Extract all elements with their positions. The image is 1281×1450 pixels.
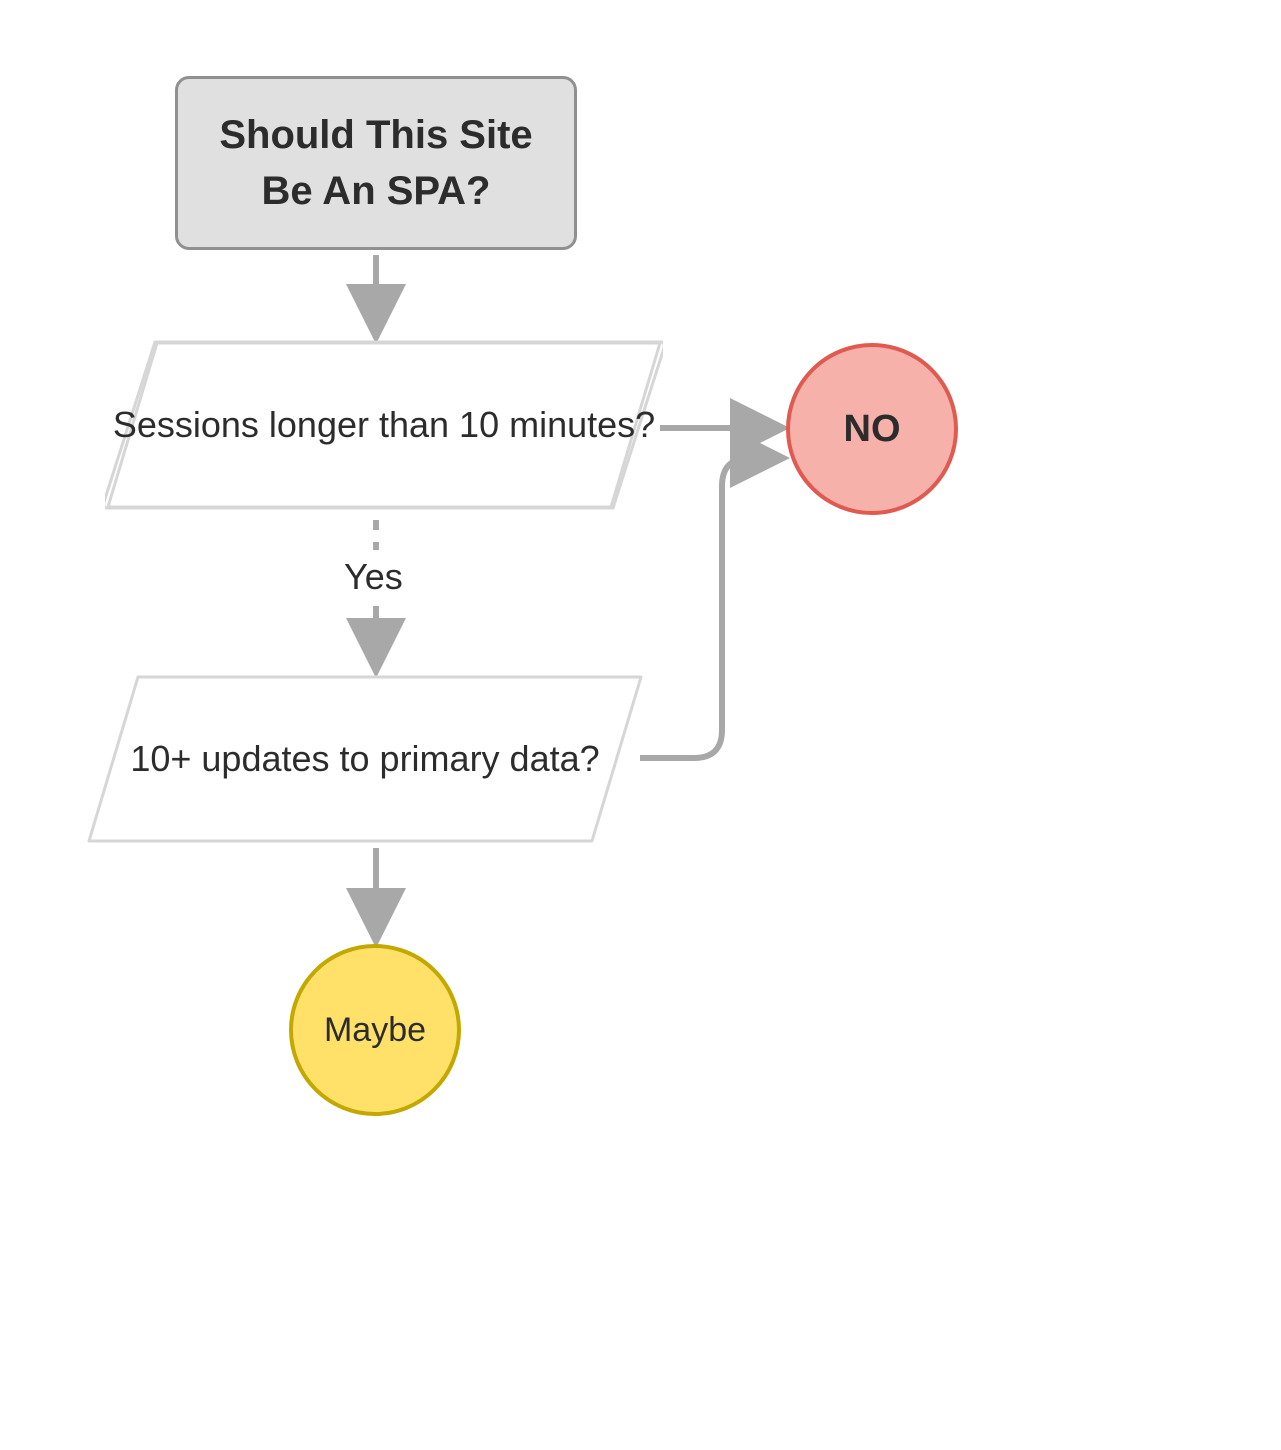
outcome-maybe: Maybe [289,944,461,1116]
decision-updates: 10+ updates to primary data? [86,674,644,844]
edge-label-yes: Yes [344,556,403,598]
title-node: Should This Site Be An SPA? [175,76,577,250]
outcome-maybe-label: Maybe [324,1011,426,1050]
outcome-no: NO [786,343,958,515]
decision-updates-label: 10+ updates to primary data? [130,734,599,784]
decision-sessions-label: Sessions longer than 10 minutes? [113,400,655,450]
flowchart-canvas: Should This Site Be An SPA? Sessions lon… [0,0,1281,1450]
outcome-no-label: NO [844,408,901,451]
title-text: Should This Site Be An SPA? [208,107,544,219]
decision-sessions: Sessions longer than 10 minutes? [105,340,663,510]
